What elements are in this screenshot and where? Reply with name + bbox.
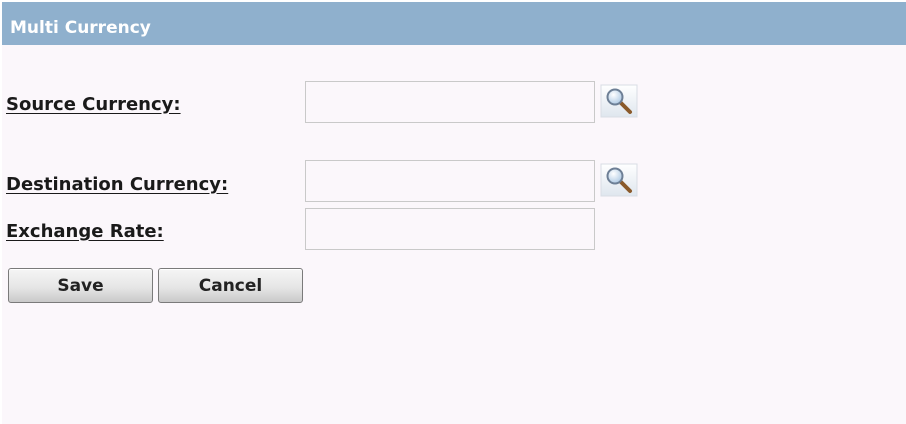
search-icon (600, 163, 638, 197)
save-button[interactable]: Save (8, 268, 153, 303)
source-currency-label: Source Currency: (6, 94, 181, 115)
header-bar: Multi Currency (2, 2, 906, 45)
page-title: Multi Currency (10, 18, 151, 38)
exchange-rate-label: Exchange Rate: (6, 221, 164, 242)
cancel-button[interactable]: Cancel (158, 268, 303, 303)
source-currency-input[interactable] (305, 81, 595, 123)
destination-currency-lookup-button[interactable] (600, 163, 638, 197)
page: Multi Currency Source Currency: Destinat… (0, 0, 906, 424)
search-icon (600, 84, 638, 118)
exchange-rate-input[interactable] (305, 208, 595, 250)
destination-currency-label: Destination Currency: (6, 174, 229, 195)
source-currency-lookup-button[interactable] (600, 84, 638, 118)
destination-currency-input[interactable] (305, 160, 595, 202)
